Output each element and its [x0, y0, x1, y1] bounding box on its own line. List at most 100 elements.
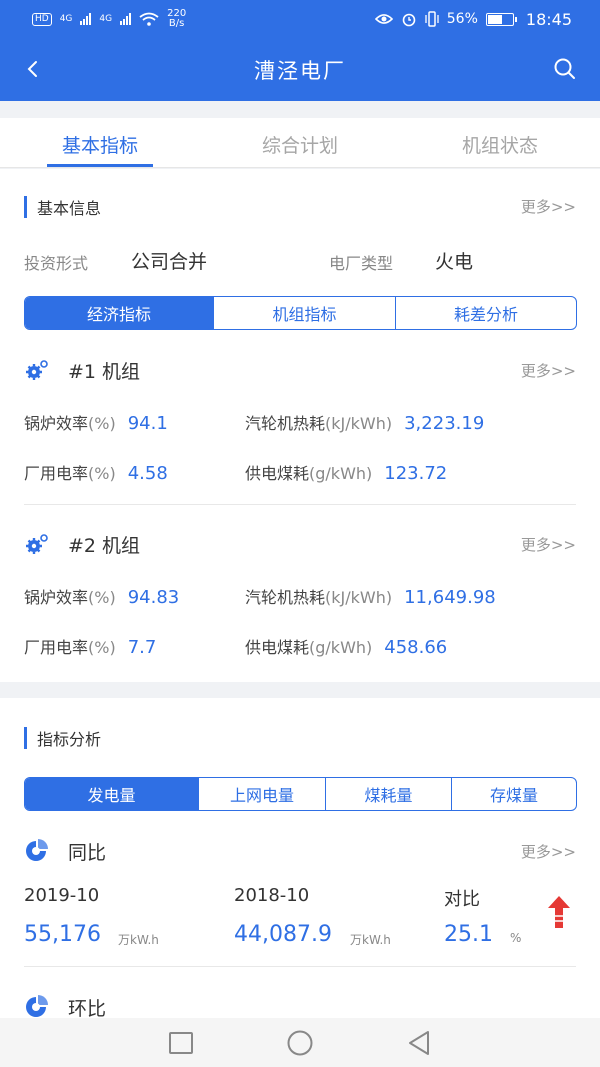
unit-1-more-link[interactable]: 更多>>	[521, 360, 576, 381]
system-nav-bar	[0, 1018, 600, 1067]
status-bar: HD 4G 4G 220 B/s 56% 18:45	[0, 0, 600, 38]
search-icon[interactable]	[552, 56, 578, 82]
mom-title: 环比	[68, 997, 107, 1019]
metric-value: 11,649.98	[404, 587, 496, 608]
pie-chart-icon	[26, 995, 48, 1017]
investment-form-value: 公司合并	[131, 251, 208, 273]
metric-value: 458.66	[384, 637, 448, 658]
wifi-icon	[139, 12, 159, 26]
up-arrow-icon	[548, 896, 570, 928]
unit-2-coal-consumption: 供电煤耗(g/kWh) 458.66	[245, 634, 447, 658]
home-icon[interactable]	[286, 1029, 314, 1057]
investment-form-label: 投资形式	[24, 254, 89, 273]
back-icon[interactable]	[22, 56, 44, 82]
tab-unit-status[interactable]: 机组状态	[400, 118, 600, 167]
basic-info-more-link[interactable]: 更多>>	[521, 196, 576, 217]
segment-coal-consumption[interactable]: 煤耗量	[325, 778, 451, 810]
yoy-header: 同比	[24, 838, 106, 864]
analysis-title: 指标分析	[37, 730, 102, 749]
current-period: 2019-10	[24, 885, 100, 906]
section-accent-bar	[24, 196, 27, 218]
analysis-header: 指标分析	[24, 726, 101, 750]
plant-info-row: 投资形式 公司合并 电厂类型 火电	[24, 247, 576, 275]
metric-value: 4.58	[127, 463, 168, 484]
unit-1-turbine-heat-rate: 汽轮机热耗(kJ/kWh) 3,223.19	[245, 410, 484, 434]
alarm-icon	[402, 13, 416, 27]
metric-unit: (%)	[88, 638, 116, 657]
current-unit: 万kW.h	[118, 933, 159, 947]
vibrate-icon	[425, 11, 439, 27]
back-nav-icon[interactable]	[406, 1030, 432, 1056]
basic-info-card: 基本信息 更多>> 投资形式 公司合并 电厂类型 火电 经济指标 机组指标 耗差…	[0, 169, 600, 682]
plant-type-value: 火电	[435, 251, 474, 273]
battery-percent: 56%	[446, 11, 478, 27]
clock: 18:45	[525, 9, 572, 29]
unit-1-title: #1 机组	[68, 360, 141, 383]
current-value: 55,176	[24, 922, 101, 947]
speed-unit: B/s	[168, 18, 185, 29]
divider	[24, 966, 576, 967]
mom-header: 环比	[24, 994, 106, 1018]
network-label-1: 4G	[59, 14, 73, 24]
battery-icon	[485, 12, 517, 26]
metric-value: 123.72	[384, 463, 448, 484]
network-label-2: 4G	[99, 14, 113, 24]
compare-label: 对比	[444, 889, 480, 910]
metric-label: 厂用电率	[24, 464, 89, 483]
gear-icon	[26, 534, 48, 554]
recent-apps-icon[interactable]	[168, 1031, 194, 1054]
unit-1-aux-power-rate: 厂用电率(%) 4.58	[24, 460, 168, 484]
title-bar: 漕泾电厂	[0, 38, 600, 101]
segment-consumption-analysis[interactable]: 耗差分析	[395, 297, 576, 329]
tab-comprehensive-plan[interactable]: 综合计划	[200, 118, 400, 167]
metric-label: 供电煤耗	[245, 464, 310, 483]
analysis-segment: 发电量 上网电量 煤耗量 存煤量	[24, 777, 577, 811]
gear-icon	[26, 360, 48, 380]
metric-label: 汽轮机热耗	[245, 414, 326, 433]
yoy-more-link[interactable]: 更多>>	[521, 841, 576, 862]
segment-generation[interactable]: 发电量	[25, 778, 198, 810]
metric-label: 锅炉效率	[24, 588, 89, 607]
metric-label: 供电煤耗	[245, 638, 310, 657]
segment-grid-power[interactable]: 上网电量	[198, 778, 325, 810]
section-accent-bar	[24, 727, 27, 749]
page-title: 漕泾电厂	[254, 58, 346, 83]
metric-unit: (%)	[88, 414, 116, 433]
metric-unit: (%)	[88, 464, 116, 483]
unit-2-aux-power-rate: 厂用电率(%) 7.7	[24, 634, 156, 658]
unit-2-turbine-heat-rate: 汽轮机热耗(kJ/kWh) 11,649.98	[245, 584, 496, 608]
app-header: HD 4G 4G 220 B/s 56% 18:45 漕泾电厂	[0, 0, 600, 101]
segment-unit-indicators[interactable]: 机组指标	[213, 297, 395, 329]
unit-1-boiler-efficiency: 锅炉效率(%) 94.1	[24, 410, 168, 434]
basic-info-header: 基本信息	[24, 195, 101, 219]
tab-basic-indicators[interactable]: 基本指标	[0, 118, 200, 167]
yoy-title: 同比	[68, 841, 107, 864]
metric-unit: (g/kWh)	[309, 638, 373, 657]
metric-label: 厂用电率	[24, 638, 89, 657]
unit-2-more-link[interactable]: 更多>>	[521, 534, 576, 555]
indicator-analysis-card: 指标分析 发电量 上网电量 煤耗量 存煤量 同比 更多>> 2019-10 20…	[0, 698, 600, 1018]
pie-chart-icon	[26, 839, 48, 861]
plant-type-label: 电厂类型	[329, 254, 394, 273]
metric-value: 3,223.19	[404, 413, 485, 434]
metric-unit: (%)	[88, 588, 116, 607]
unit-2-boiler-efficiency: 锅炉效率(%) 94.83	[24, 584, 179, 608]
eye-icon	[374, 14, 393, 24]
hd-indicator: HD	[32, 12, 52, 26]
segment-economic-indicators[interactable]: 经济指标	[25, 297, 213, 329]
metric-label: 汽轮机热耗	[245, 588, 326, 607]
previous-value: 44,087.9	[234, 922, 332, 947]
metric-unit: (kJ/kWh)	[325, 414, 393, 433]
metric-unit: (g/kWh)	[309, 464, 373, 483]
segment-coal-stock[interactable]: 存煤量	[451, 778, 576, 810]
metric-value: 94.83	[127, 587, 180, 608]
metric-value: 7.7	[127, 637, 157, 658]
metric-value: 94.1	[127, 413, 168, 434]
unit-1-coal-consumption: 供电煤耗(g/kWh) 123.72	[245, 460, 447, 484]
signal-icon-2	[120, 13, 132, 25]
basic-info-title: 基本信息	[37, 199, 102, 218]
previous-period: 2018-10	[234, 885, 310, 906]
compare-value: 25.1	[444, 922, 493, 947]
indicator-segment: 经济指标 机组指标 耗差分析	[24, 296, 577, 330]
metric-unit: (kJ/kWh)	[325, 588, 393, 607]
